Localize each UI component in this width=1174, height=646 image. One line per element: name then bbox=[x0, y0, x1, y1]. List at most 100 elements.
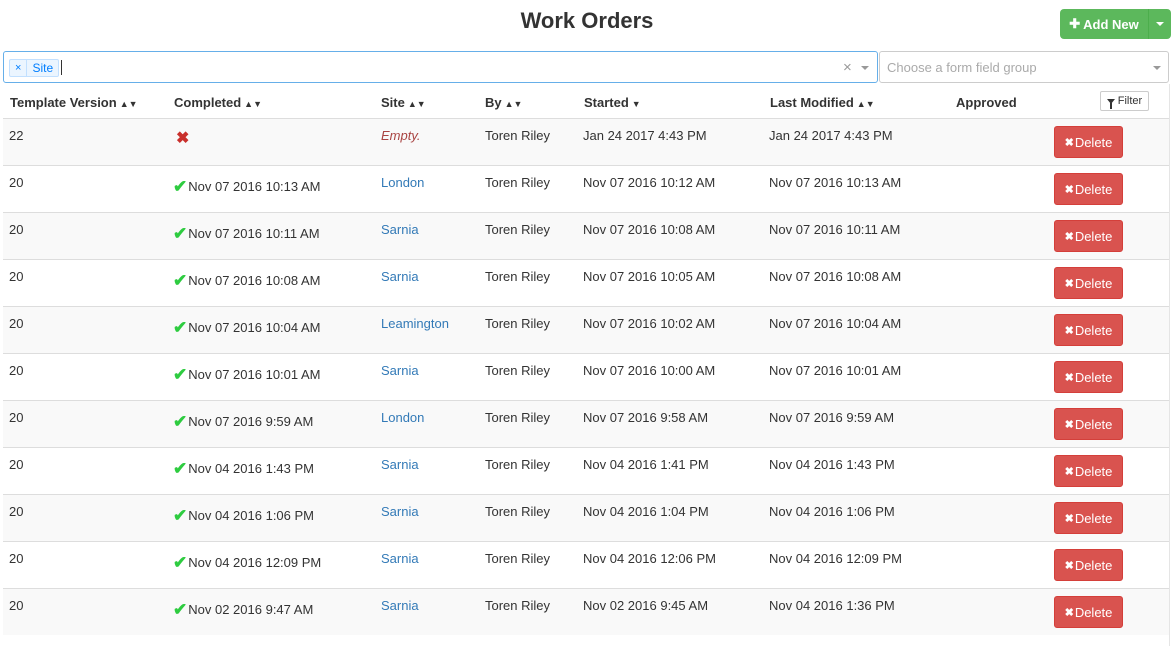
chevron-down-icon[interactable] bbox=[861, 66, 869, 70]
header-started[interactable]: Started ▼ bbox=[584, 95, 641, 110]
template-version-cell: 20 bbox=[9, 504, 24, 519]
delete-button[interactable]: ✖ Delete bbox=[1054, 549, 1123, 581]
table-row[interactable]: 20 ✔ Nov 02 2016 9:47 AM Sarnia Toren Riley N… bbox=[3, 588, 1169, 635]
delete-button[interactable]: ✖ Delete bbox=[1054, 267, 1123, 299]
completed-cell: ✔ Nov 07 2016 10:13 AM bbox=[173, 178, 321, 195]
template-version-cell: 20 bbox=[9, 269, 24, 284]
delete-icon: ✖ bbox=[1064, 324, 1074, 337]
header-label: By bbox=[485, 95, 502, 110]
chevron-down-icon bbox=[1153, 66, 1161, 70]
form-field-group-select[interactable]: Choose a form field group bbox=[879, 51, 1169, 83]
site-link[interactable]: Sarnia bbox=[381, 269, 419, 284]
delete-button[interactable]: ✖ Delete bbox=[1054, 126, 1123, 158]
completed-date: Nov 02 2016 9:47 AM bbox=[188, 602, 314, 617]
last-modified-cell: Nov 04 2016 12:09 PM bbox=[769, 551, 902, 566]
template-version-cell: 20 bbox=[9, 363, 24, 378]
delete-button[interactable]: ✖ Delete bbox=[1054, 596, 1123, 628]
last-modified-cell: Nov 07 2016 9:59 AM bbox=[769, 410, 895, 425]
sort-desc-icon: ▼ bbox=[631, 99, 641, 109]
site-link[interactable]: Sarnia bbox=[381, 551, 419, 566]
completed-cell: ✔ Nov 07 2016 10:08 AM bbox=[173, 270, 321, 290]
site-link[interactable]: London bbox=[381, 175, 424, 190]
sort-icon: ▲▼ bbox=[856, 99, 875, 109]
site-link[interactable]: Sarnia bbox=[381, 504, 419, 519]
last-modified-cell: Nov 04 2016 1:36 PM bbox=[769, 598, 895, 613]
last-modified-cell: Nov 04 2016 1:06 PM bbox=[769, 504, 895, 519]
delete-button[interactable]: ✖ Delete bbox=[1054, 361, 1123, 393]
form-field-group-placeholder: Choose a form field group bbox=[887, 60, 1037, 75]
page-title: Work Orders bbox=[520, 8, 654, 33]
started-cell: Nov 04 2016 1:41 PM bbox=[583, 457, 709, 472]
header-label: Site bbox=[381, 95, 405, 110]
delete-button[interactable]: ✖ Delete bbox=[1054, 173, 1123, 205]
filter-tag-label: Site bbox=[32, 61, 54, 75]
delete-button[interactable]: ✖ Delete bbox=[1054, 314, 1123, 346]
table-row[interactable]: 20 ✔ Nov 07 2016 10:08 AM Sarnia Toren Riley… bbox=[3, 259, 1169, 306]
header-label: Last Modified bbox=[770, 95, 854, 110]
site-link[interactable]: Sarnia bbox=[381, 363, 419, 378]
check-icon: ✔ bbox=[173, 364, 188, 384]
filter-button-label: Filter bbox=[1117, 95, 1143, 107]
completed-date: Nov 07 2016 10:04 AM bbox=[188, 320, 321, 335]
completed-cell: ✔ Nov 07 2016 10:11 AM bbox=[173, 225, 320, 242]
last-modified-cell: Nov 07 2016 10:13 AM bbox=[769, 175, 902, 190]
delete-icon: ✖ bbox=[1064, 371, 1074, 384]
site-link[interactable]: Sarnia bbox=[381, 598, 419, 613]
started-cell: Nov 04 2016 1:04 PM bbox=[583, 504, 709, 519]
work-orders-table: 22 ✖ Empty. Toren Riley Jan 24 2017 4:43 PM J… bbox=[3, 118, 1169, 635]
delete-button[interactable]: ✖ Delete bbox=[1054, 455, 1123, 487]
by-cell: Toren Riley bbox=[485, 598, 551, 613]
table-row[interactable]: 20 ✔ Nov 07 2016 9:59 AM London Toren Riley N… bbox=[3, 400, 1169, 447]
add-new-dropdown-toggle[interactable] bbox=[1149, 9, 1171, 39]
table-row[interactable]: 20 ✔ Nov 04 2016 1:06 PM Sarnia Toren Riley N… bbox=[3, 494, 1169, 541]
scrollbar-track[interactable] bbox=[1169, 84, 1170, 646]
delete-icon: ✖ bbox=[1064, 136, 1074, 149]
table-row[interactable]: 20 ✔ Nov 07 2016 10:01 AM Sarnia Toren Riley… bbox=[3, 353, 1169, 400]
table-row[interactable]: 20 ✔ Nov 04 2016 12:09 PM Sarnia Toren Riley… bbox=[3, 541, 1169, 588]
last-modified-cell: Nov 07 2016 10:11 AM bbox=[769, 222, 901, 237]
started-cell: Nov 07 2016 10:00 AM bbox=[583, 363, 716, 378]
header-completed[interactable]: Completed ▲▼ bbox=[174, 95, 262, 110]
site-link[interactable]: Sarnia bbox=[381, 222, 419, 237]
delete-button[interactable]: ✖ Delete bbox=[1054, 220, 1123, 252]
header-label: Completed bbox=[174, 95, 242, 110]
header-template-version[interactable]: Template Version ▲▼ bbox=[10, 95, 138, 110]
delete-label: Delete bbox=[1074, 369, 1113, 385]
clear-filter-button[interactable]: × bbox=[843, 59, 852, 76]
delete-button[interactable]: ✖ Delete bbox=[1054, 502, 1123, 534]
site-link[interactable]: Leamington bbox=[381, 316, 449, 331]
table-row[interactable]: 20 ✔ Nov 04 2016 1:43 PM Sarnia Toren Riley N… bbox=[3, 447, 1169, 494]
site-link[interactable]: London bbox=[381, 410, 424, 425]
by-cell: Toren Riley bbox=[485, 269, 551, 284]
table-row[interactable]: 20 ✔ Nov 07 2016 10:11 AM Sarnia Toren Riley… bbox=[3, 212, 1169, 259]
sort-icon: ▲▼ bbox=[119, 99, 138, 109]
by-cell: Toren Riley bbox=[485, 457, 551, 472]
table-row[interactable]: 20 ✔ Nov 07 2016 10:13 AM London Toren Riley… bbox=[3, 165, 1169, 212]
check-icon: ✔ bbox=[173, 317, 188, 337]
sort-icon: ▲▼ bbox=[504, 99, 523, 109]
site-filter-input[interactable]: × Site × bbox=[3, 51, 878, 83]
table-row[interactable]: 22 ✖ Empty. Toren Riley Jan 24 2017 4:43 PM J… bbox=[3, 118, 1169, 165]
header-approved: Approved bbox=[956, 95, 1017, 110]
check-icon: ✔ bbox=[173, 270, 188, 290]
header-site[interactable]: Site ▲▼ bbox=[381, 95, 426, 110]
filter-button[interactable]: Filter bbox=[1100, 91, 1149, 111]
started-cell: Jan 24 2017 4:43 PM bbox=[583, 128, 707, 143]
completed-date: Nov 04 2016 12:09 PM bbox=[188, 555, 322, 570]
header-by[interactable]: By ▲▼ bbox=[485, 95, 522, 110]
remove-tag-button[interactable]: × bbox=[10, 60, 28, 76]
add-new-button-group: ✚ Add New bbox=[1060, 9, 1171, 39]
site-link[interactable]: Sarnia bbox=[381, 457, 419, 472]
check-icon: ✔ bbox=[173, 458, 188, 478]
delete-icon: ✖ bbox=[1064, 277, 1074, 290]
check-icon: ✔ bbox=[173, 411, 188, 431]
header-last-modified[interactable]: Last Modified ▲▼ bbox=[770, 95, 875, 110]
add-new-button[interactable]: ✚ Add New bbox=[1060, 9, 1149, 39]
completed-date: Nov 04 2016 1:43 PM bbox=[188, 461, 314, 476]
delete-label: Delete bbox=[1074, 604, 1113, 620]
delete-label: Delete bbox=[1074, 510, 1113, 526]
delete-icon: ✖ bbox=[1064, 183, 1074, 196]
table-row[interactable]: 20 ✔ Nov 07 2016 10:04 AM Leamington Toren R… bbox=[3, 306, 1169, 353]
completed-cell: ✔ Nov 02 2016 9:47 AM bbox=[173, 601, 314, 618]
delete-button[interactable]: ✖ Delete bbox=[1054, 408, 1123, 440]
